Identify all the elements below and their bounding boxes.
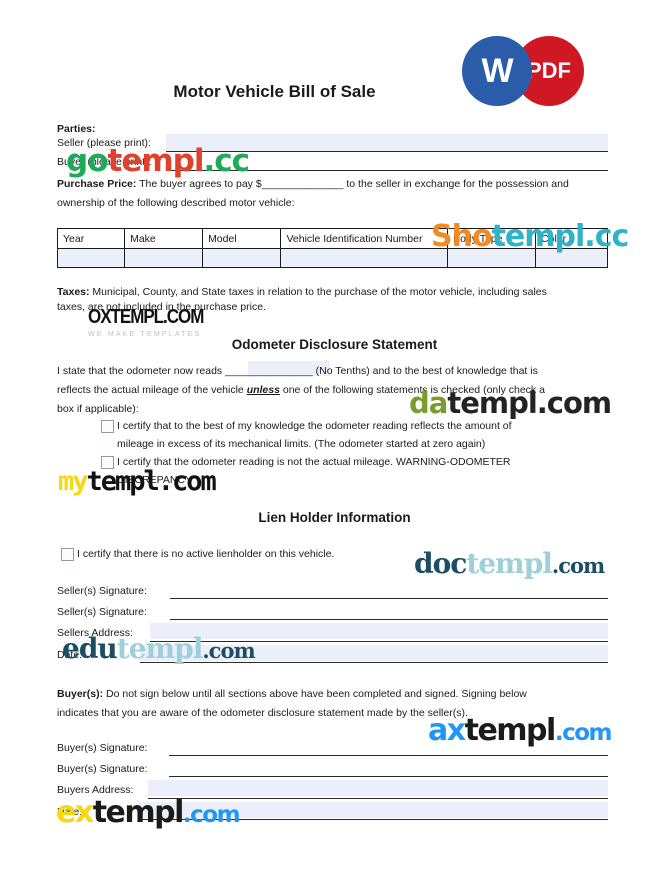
odometer-checkbox-1-label-line1: I certify that to the best of my knowled… [117, 420, 512, 432]
vehicle-table: Year Make Model Vehicle Identification N… [56, 228, 608, 268]
taxes-paragraph: Taxes: Municipal, County, and State taxe… [57, 285, 547, 300]
watermark-doctempl: doctempl.com [414, 547, 605, 580]
col-year: Year [56, 228, 126, 249]
buyer-notice-text: Do not sign below until all sections abo… [103, 688, 527, 700]
odometer-statement-line1: I state that the odometer now reads ____… [57, 364, 538, 379]
cell-year[interactable] [56, 248, 126, 268]
table-header-row: Year Make Model Vehicle Identification N… [56, 228, 608, 249]
buyer-name-label: Buyer (please print): [57, 156, 152, 168]
watermark-doctempl-part-3: .com [551, 553, 605, 578]
odometer-line1-b: (No Tenths) and to the best of knowledge… [312, 365, 538, 377]
odometer-statement-line3: box if applicable): [57, 403, 139, 415]
buyer-address-label: Buyers Address: [57, 784, 134, 796]
seller-address-highlight [150, 623, 608, 639]
cell-model[interactable] [202, 248, 282, 268]
buyer-notice-label: Buyer(s): [57, 688, 104, 700]
odometer-checkbox-1-label-line2: mileage in excess of its mechanical limi… [117, 438, 486, 450]
seller-date-input[interactable] [140, 662, 608, 663]
odometer-checkbox-2[interactable] [101, 456, 114, 469]
odometer-statement-line2: reflects the actual mileage of the vehic… [57, 383, 545, 398]
parties-heading: Parties: [57, 123, 96, 135]
lien-section-heading: Lien Holder Information [258, 510, 411, 525]
buyer-signature-1-label: Buyer(s) Signature: [57, 742, 148, 754]
cell-color[interactable] [535, 248, 608, 268]
col-color: Color [535, 228, 608, 249]
odometer-checkbox-1[interactable] [101, 420, 114, 433]
buyer-notice-paragraph-line2: indicates that you are aware of the odom… [57, 707, 468, 719]
watermark-axtempl-part-3: .com [554, 720, 613, 746]
buyer-address-highlight [148, 780, 608, 796]
seller-signature-1-label: Seller(s) Signature: [57, 585, 147, 597]
taxes-label: Taxes: [57, 286, 90, 298]
seller-address-label: Sellers Address: [57, 627, 133, 639]
buyer-date-input[interactable] [138, 819, 608, 820]
buyer-signature-2-label: Buyer(s) Signature: [57, 763, 148, 775]
odometer-line2-a: reflects the actual mileage of the vehic… [57, 384, 247, 396]
buyer-address-input[interactable] [148, 798, 608, 799]
seller-name-label: Seller (please print): [57, 137, 151, 149]
cell-make[interactable] [124, 248, 204, 268]
seller-signature-1-input[interactable] [170, 598, 608, 599]
col-make: Make [124, 228, 204, 249]
watermark-doctempl-part-2: templ [466, 547, 553, 580]
purchase-price-text-2: to the seller in exchange for the posses… [343, 178, 569, 190]
seller-name-input[interactable] [166, 151, 608, 152]
seller-field-highlight [166, 134, 608, 152]
purchase-price-paragraph-line2: ownership of the following described mot… [57, 197, 295, 209]
col-body-type: Body Type [447, 228, 537, 249]
taxes-paragraph-line2: taxes, are not included in the purchase … [57, 301, 266, 313]
lien-checkbox[interactable] [61, 548, 74, 561]
cell-vin[interactable] [280, 248, 449, 268]
seller-date-label: Date: [57, 649, 83, 661]
table-row [56, 248, 608, 268]
buyer-signature-1-input[interactable] [169, 755, 608, 756]
page-title-text: Motor Vehicle Bill of Sale [173, 82, 376, 101]
seller-signature-2-input[interactable] [170, 619, 608, 620]
lien-checkbox-label: I certify that there is no active lienho… [77, 548, 335, 560]
seller-address-input[interactable] [150, 641, 608, 642]
odometer-section-heading: Odometer Disclosure Statement [231, 337, 438, 352]
seller-signature-2-label: Seller(s) Signature: [57, 606, 147, 618]
odometer-line1-a: I state that the odometer now reads [57, 365, 226, 377]
purchase-price-paragraph: Purchase Price: The buyer agrees to pay … [57, 177, 609, 192]
odometer-checkbox-2-label-line2: DISCREPANCY [117, 474, 193, 486]
odometer-checkbox-2-label-line1: I certify that the odometer reading is n… [117, 456, 511, 468]
buyer-name-input[interactable] [166, 170, 608, 171]
page-title: Motor Vehicle Bill of Sale [0, 82, 669, 102]
document-page: PDF W Motor Vehicle Bill of Sale Parties… [0, 0, 669, 872]
buyer-date-label: Date: [57, 806, 83, 818]
purchase-price-label: Purchase Price: [57, 178, 137, 190]
watermark-axtempl-part-2: templ [464, 713, 557, 748]
purchase-price-text-1: The buyer agrees to pay $ [136, 178, 262, 190]
odometer-line2-b: one of the following statements is check… [279, 384, 545, 396]
buyer-date-highlight [138, 802, 608, 818]
buyer-signature-2-input[interactable] [169, 776, 608, 777]
taxes-text: Municipal, County, and State taxes in re… [89, 286, 547, 298]
col-model: Model [202, 228, 282, 249]
cell-body-type[interactable] [447, 248, 537, 268]
watermark-mytempl-part-1: my [58, 466, 88, 497]
seller-date-highlight [140, 645, 608, 661]
purchase-price-input[interactable]: ______________ [262, 178, 344, 190]
buyer-notice-paragraph: Buyer(s): Do not sign below until all se… [57, 687, 527, 702]
watermark-doctempl-part-1: doc [414, 547, 467, 580]
odometer-unless-emphasis: unless [246, 384, 280, 396]
col-vin: Vehicle Identification Number [280, 228, 449, 249]
odometer-reading-input[interactable]: _______________ [225, 365, 313, 377]
